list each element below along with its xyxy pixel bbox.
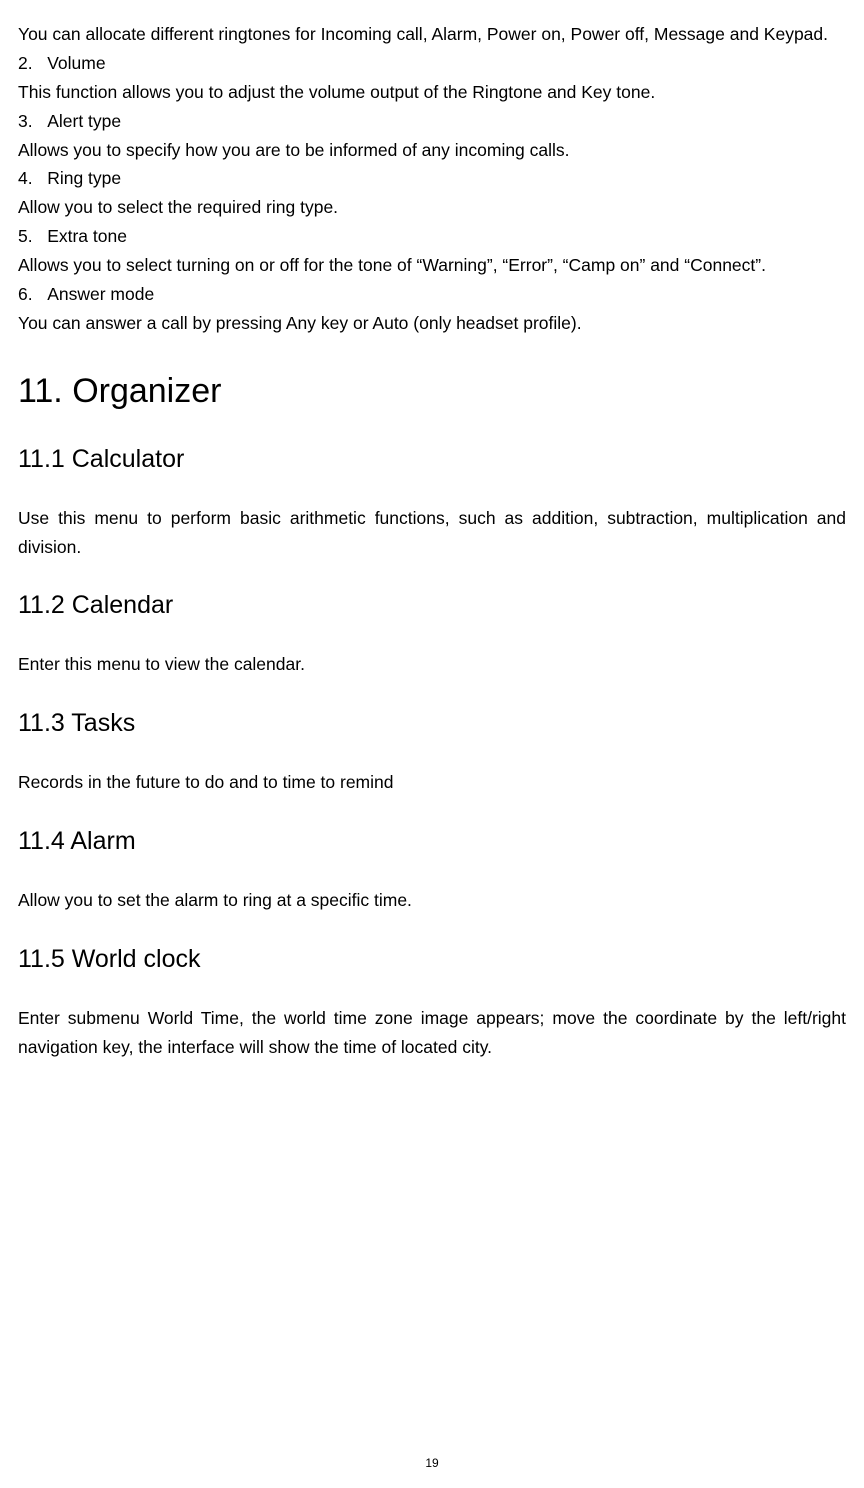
list-item-title: 3. Alert type — [18, 107, 846, 136]
list-item-title: 2. Volume — [18, 49, 846, 78]
list-item-number: 6. — [18, 280, 33, 309]
list-item-description: Allow you to select the required ring ty… — [18, 193, 846, 222]
list-item-number: 3. — [18, 107, 33, 136]
list-item-number: 4. — [18, 164, 33, 193]
list-item-title: 6. Answer mode — [18, 280, 846, 309]
subsection-description: Records in the future to do and to time … — [18, 768, 846, 797]
list-item-title: 5. Extra tone — [18, 222, 846, 251]
list-item-title: 4. Ring type — [18, 164, 846, 193]
subsection-description: Use this menu to perform basic arithmeti… — [18, 504, 846, 562]
list-item-number: 5. — [18, 222, 33, 251]
subsection-heading: 11.2 Calendar — [18, 591, 846, 620]
subsection-description: Allow you to set the alarm to ring at a … — [18, 886, 846, 915]
heading-organizer: 11. Organizer — [18, 372, 846, 411]
list-item-label: Volume — [33, 53, 106, 73]
subsection-heading: 11.3 Tasks — [18, 709, 846, 738]
subsection-heading: 11.4 Alarm — [18, 827, 846, 856]
list-item-description: Allows you to select turning on or off f… — [18, 251, 846, 280]
list-item-description: Allows you to specify how you are to be … — [18, 136, 846, 165]
subsection-description: Enter submenu World Time, the world time… — [18, 1004, 846, 1062]
list-item-description: This function allows you to adjust the v… — [18, 78, 846, 107]
page-number: 19 — [0, 1456, 864, 1470]
list-item-label: Ring type — [33, 168, 122, 188]
list-item-label: Extra tone — [33, 226, 127, 246]
subsection-heading: 11.5 World clock — [18, 945, 846, 974]
subsection-description: Enter this menu to view the calendar. — [18, 650, 846, 679]
list-item-number: 2. — [18, 49, 33, 78]
subsection-heading: 11.1 Calculator — [18, 445, 846, 474]
intro-paragraph: You can allocate different ringtones for… — [18, 20, 846, 49]
list-item-label: Answer mode — [33, 284, 155, 304]
list-item-description: You can answer a call by pressing Any ke… — [18, 309, 846, 338]
list-item-label: Alert type — [33, 111, 122, 131]
